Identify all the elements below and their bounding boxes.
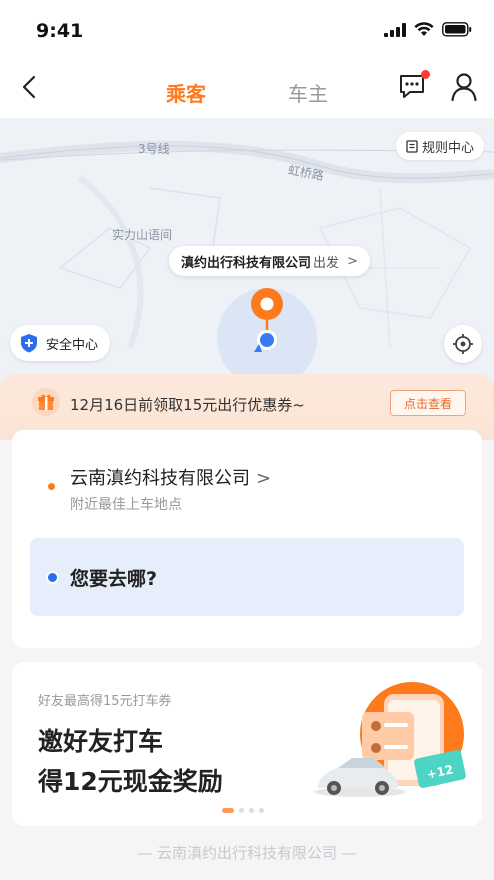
rules-center-label: 规则中心 [421, 140, 474, 156]
origin-location[interactable]: 云南滇约科技有限公司 > [70, 464, 271, 490]
chevron-left-icon [22, 75, 36, 99]
document-icon [406, 139, 418, 153]
status-time: 9:41 [36, 20, 84, 42]
view-coupon-button[interactable]: 点击查看 [390, 390, 466, 416]
destination-placeholder: 您要去哪? [70, 568, 158, 590]
message-button[interactable] [398, 70, 430, 104]
map-label-metro: 3号线 [138, 142, 170, 156]
unread-dot [421, 70, 430, 79]
origin-dot [48, 483, 55, 490]
status-bar: 9:41 [0, 0, 494, 60]
map-view[interactable]: 3号线 虹桥路 实力山语间 规则中心 滇约出行科技有限公司 出发 > 安全中心 [0, 118, 494, 388]
profile-button[interactable] [450, 72, 480, 104]
pickup-name: 滇约出行科技有限公司 [181, 255, 312, 271]
battery-icon [442, 22, 472, 37]
footer-company: — 云南滇约出行科技有限公司 — [137, 844, 357, 862]
carousel-dot[interactable] [259, 808, 264, 813]
carousel-dot[interactable] [222, 808, 234, 813]
promo-illustration: +12 [314, 682, 466, 797]
invite-promo-banner[interactable]: 好友最高得15元打车券 邀好友打车 得12元现金奖励 +12 [12, 662, 482, 826]
origin-hint: 附近最佳上车地点 [70, 497, 182, 513]
safety-center-button[interactable]: 安全中心 [10, 325, 111, 361]
carousel-dot[interactable] [249, 808, 254, 813]
coupon-text: 12月16日前领取15元出行优惠券~ [70, 396, 305, 414]
back-button[interactable] [16, 72, 46, 102]
rules-center-button[interactable]: 规则中心 [395, 132, 484, 160]
chevron-right-icon: > [347, 253, 358, 269]
pickup-suffix: 出发 [313, 255, 340, 271]
promo-title-line1: 邀好友打车 [38, 727, 164, 756]
shield-icon [21, 334, 37, 353]
tab-owner[interactable]: 车主 [288, 78, 328, 107]
locate-button[interactable] [444, 325, 482, 363]
promo-title-line2: 得12元现金奖励 [38, 767, 223, 796]
carousel-indicator [222, 808, 264, 813]
safety-center-label: 安全中心 [46, 337, 99, 353]
pickup-location-bubble[interactable]: 滇约出行科技有限公司 出发 > [169, 246, 370, 276]
origin-name: 云南滇约科技有限公司 [70, 468, 250, 489]
user-icon [451, 73, 477, 102]
map-label-poi: 实力山语间 [112, 228, 173, 242]
promo-subtitle: 好友最高得15元打车券 [38, 694, 172, 709]
route-card: 云南滇约科技有限公司 > 附近最佳上车地点 您要去哪? [12, 430, 482, 648]
destination-input[interactable]: 您要去哪? [30, 538, 464, 616]
wifi-icon [414, 22, 434, 36]
tab-passenger[interactable]: 乘客 [166, 78, 206, 107]
crosshair-icon [453, 334, 473, 354]
status-icons [384, 22, 472, 37]
signal-icon [384, 22, 406, 37]
nav-bar: 乘客 车主 [0, 60, 494, 118]
carousel-dot[interactable] [239, 808, 244, 813]
chevron-right-icon: > [256, 468, 272, 489]
destination-dot [48, 573, 57, 582]
gift-icon [32, 388, 60, 416]
